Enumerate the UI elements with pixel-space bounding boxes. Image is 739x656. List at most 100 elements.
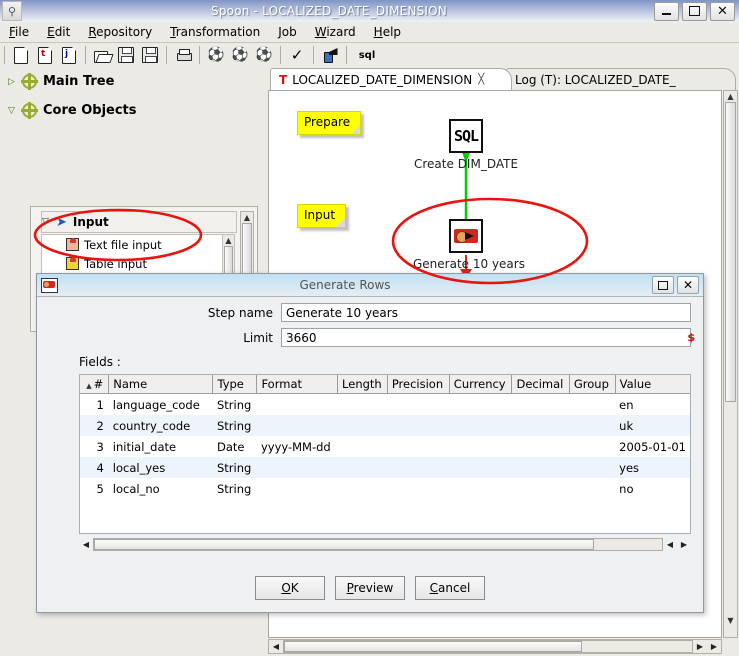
cell-currency[interactable] bbox=[449, 415, 512, 436]
cell-type[interactable]: String bbox=[213, 394, 257, 416]
scroll-up-icon[interactable]: ▲ bbox=[724, 91, 737, 102]
scroll-left-icon[interactable]: ◀ bbox=[269, 639, 283, 654]
menu-job[interactable]: Job bbox=[269, 24, 306, 40]
ok-button[interactable]: OK bbox=[255, 576, 325, 600]
cell-group[interactable] bbox=[569, 457, 616, 478]
verify-icon[interactable]: ✓ bbox=[286, 45, 308, 65]
table-row[interactable]: 2 country_code String uk bbox=[80, 415, 690, 436]
cell-format[interactable]: yyyy-MM-dd bbox=[257, 436, 338, 457]
scroll-right-icon[interactable]: ▶ bbox=[707, 639, 721, 654]
dialog-maximize-icon[interactable] bbox=[652, 276, 674, 294]
menu-wizard[interactable]: Wizard bbox=[306, 24, 365, 40]
run-icon[interactable]: ⚽ bbox=[205, 45, 227, 65]
tab-localized-date-dimension[interactable]: T LOCALIZED_DATE_DIMENSION ╳ bbox=[270, 68, 512, 90]
scrollbar-track[interactable] bbox=[93, 538, 663, 551]
menu-edit[interactable]: Edit bbox=[38, 24, 79, 40]
scroll-up-icon[interactable]: ▲ bbox=[223, 235, 234, 246]
canvas-vertical-scrollbar[interactable]: ▲ ▼ bbox=[723, 90, 738, 638]
cell-precision[interactable] bbox=[387, 457, 450, 478]
cell-group[interactable] bbox=[569, 394, 615, 416]
column-header-currency[interactable]: Currency bbox=[449, 375, 513, 394]
cell-length[interactable] bbox=[338, 478, 388, 499]
open-icon[interactable] bbox=[91, 45, 113, 65]
scroll-right-icon[interactable]: ▶ bbox=[693, 639, 707, 654]
preview-button[interactable]: Preview bbox=[335, 576, 405, 600]
cell-currency[interactable] bbox=[449, 478, 512, 499]
menu-repository[interactable]: Repository bbox=[79, 24, 161, 40]
scrollbar-thumb[interactable] bbox=[94, 539, 594, 550]
cell-currency[interactable] bbox=[449, 457, 512, 478]
category-header-input[interactable]: ▽ ➤ Input bbox=[41, 211, 237, 233]
cell-type[interactable]: String bbox=[212, 457, 257, 478]
column-header-num[interactable]: ▲ # bbox=[80, 375, 110, 394]
cell-length[interactable] bbox=[337, 415, 388, 436]
new-file-icon[interactable] bbox=[10, 45, 32, 65]
canvas-step-generate-10-years[interactable] bbox=[449, 219, 483, 253]
scrollbar-thumb[interactable] bbox=[725, 102, 736, 402]
cell-currency[interactable] bbox=[449, 436, 512, 457]
column-header-precision[interactable]: Precision bbox=[387, 375, 450, 394]
scrollbar-track[interactable] bbox=[283, 640, 693, 653]
cell-type[interactable]: Date bbox=[213, 436, 257, 457]
step-name-input[interactable] bbox=[281, 303, 691, 322]
column-header-format[interactable]: Format bbox=[256, 375, 339, 394]
close-icon[interactable]: ✕ bbox=[710, 1, 735, 21]
dialog-close-icon[interactable]: ✕ bbox=[677, 276, 699, 294]
list-item-table-input[interactable]: Table input bbox=[42, 254, 222, 273]
cell-decimal[interactable] bbox=[512, 436, 569, 457]
column-header-type[interactable]: Type bbox=[212, 375, 258, 394]
cell-length[interactable] bbox=[338, 394, 388, 416]
cell-group[interactable] bbox=[569, 436, 615, 457]
sql-icon[interactable]: sql bbox=[352, 45, 382, 65]
sidebar-item-main-tree[interactable]: ▷ Main Tree bbox=[0, 67, 266, 96]
menu-file[interactable]: File bbox=[0, 24, 38, 40]
cell-group[interactable] bbox=[569, 415, 616, 436]
column-header-length[interactable]: Length bbox=[337, 375, 388, 394]
scroll-up-icon[interactable]: ▲ bbox=[241, 212, 253, 223]
print-icon[interactable] bbox=[172, 45, 194, 65]
cell-decimal[interactable] bbox=[512, 478, 569, 499]
cell-decimal[interactable] bbox=[511, 415, 570, 436]
cell-type[interactable]: String bbox=[213, 478, 257, 499]
cell-value[interactable]: 2005-01-01 bbox=[615, 436, 690, 457]
tab-log[interactable]: Log (T): LOCALIZED_DATE_ bbox=[506, 68, 736, 90]
debug-run-icon[interactable]: ⚽ bbox=[253, 45, 275, 65]
new-job-icon[interactable]: j bbox=[58, 45, 80, 65]
table-row[interactable]: 5 local_no String no bbox=[80, 478, 690, 499]
cell-decimal[interactable] bbox=[512, 394, 569, 416]
canvas-step-create-dim-date[interactable]: SQL bbox=[449, 119, 483, 153]
cell-format[interactable] bbox=[256, 457, 338, 478]
new-transformation-icon[interactable]: t bbox=[34, 45, 56, 65]
cell-name[interactable]: local_yes bbox=[108, 457, 213, 478]
table-row[interactable]: 4 local_yes String yes bbox=[80, 457, 690, 478]
list-item-text-file-input[interactable]: Text file input bbox=[42, 235, 222, 254]
table-row[interactable]: 3 initial_date Date yyyy-MM-dd 2005-01-0… bbox=[80, 436, 690, 457]
note-prepare[interactable]: Prepare bbox=[297, 111, 362, 135]
cell-length[interactable] bbox=[337, 457, 388, 478]
cell-name[interactable]: language_code bbox=[109, 394, 213, 416]
menu-transformation[interactable]: Transformation bbox=[161, 24, 269, 40]
cell-precision[interactable] bbox=[387, 415, 450, 436]
cell-length[interactable] bbox=[338, 436, 388, 457]
column-header-group[interactable]: Group bbox=[569, 375, 616, 394]
cell-value[interactable]: en bbox=[615, 394, 690, 416]
cell-format[interactable] bbox=[256, 415, 338, 436]
cell-value[interactable]: uk bbox=[615, 415, 690, 436]
scroll-left-icon[interactable]: ◀ bbox=[79, 537, 93, 552]
cell-value[interactable]: yes bbox=[615, 457, 690, 478]
cell-decimal[interactable] bbox=[511, 457, 570, 478]
save-icon[interactable] bbox=[115, 45, 137, 65]
cell-group[interactable] bbox=[569, 478, 615, 499]
column-header-value[interactable]: Value bbox=[615, 375, 690, 394]
fields-grid[interactable]: ▲ # Name Type Format Length Precision Cur… bbox=[79, 374, 691, 534]
cell-type[interactable]: String bbox=[212, 415, 257, 436]
fields-grid-horizontal-scrollbar[interactable]: ◀ ◀ ▶ bbox=[79, 537, 691, 552]
scroll-down-icon[interactable]: ▼ bbox=[724, 615, 737, 626]
preview-run-icon[interactable]: ⚽ bbox=[229, 45, 251, 65]
minimize-icon[interactable] bbox=[654, 1, 679, 21]
cell-precision[interactable] bbox=[387, 394, 449, 416]
maximize-icon[interactable] bbox=[682, 1, 707, 21]
scroll-left-icon-2[interactable]: ◀ bbox=[663, 537, 677, 552]
column-header-name[interactable]: Name bbox=[108, 375, 214, 394]
column-header-decimal[interactable]: Decimal bbox=[511, 375, 570, 394]
